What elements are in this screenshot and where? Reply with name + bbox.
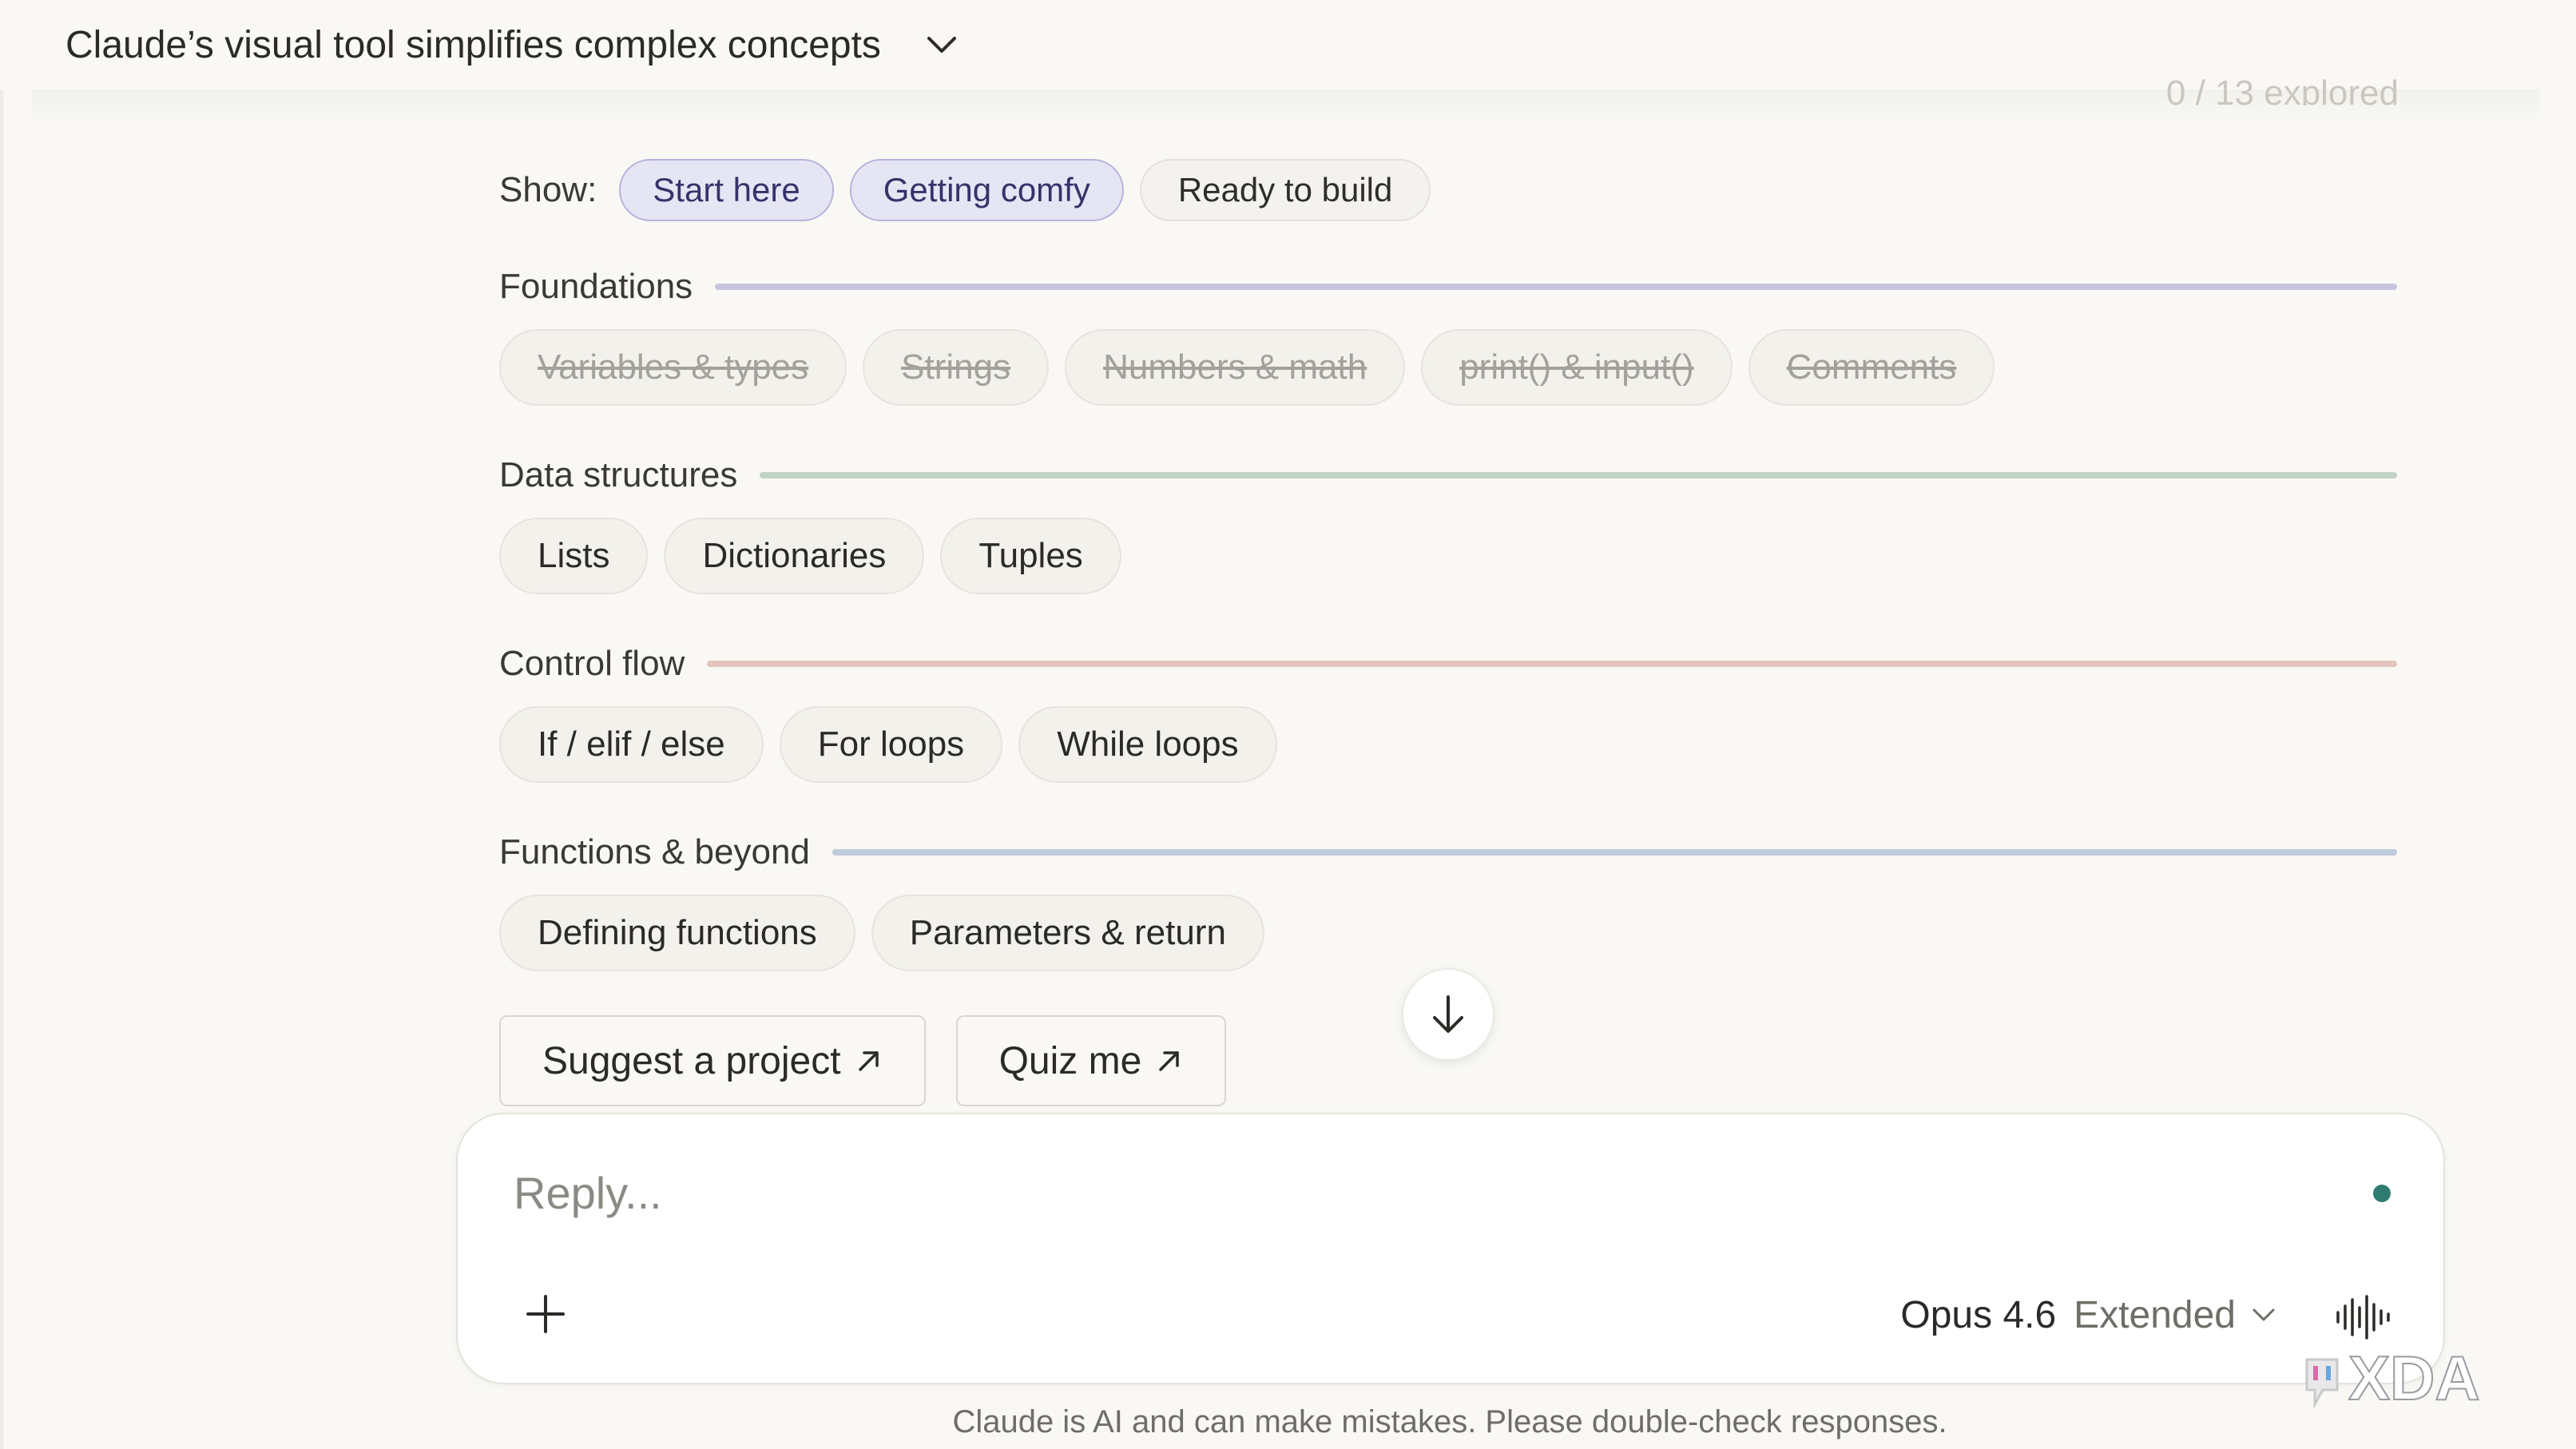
topic-variables-types[interactable]: Variables & types — [499, 329, 847, 406]
window-edge — [0, 0, 3, 1449]
topic-list: If / elif / else For loops While loops — [499, 706, 2397, 783]
topic-comments[interactable]: Comments — [1748, 329, 1995, 406]
section-control-flow: Control flow If / elif / else For loops … — [499, 642, 2397, 783]
status-dot — [2373, 1185, 2391, 1202]
header-shadow — [32, 89, 2540, 121]
filter-chip-start-here[interactable]: Start here — [619, 159, 834, 221]
topic-while-loops[interactable]: While loops — [1018, 706, 1277, 783]
topic-map: Show: Start here Getting comfy Ready to … — [499, 152, 2397, 971]
section-functions-beyond: Functions & beyond Defining functions Pa… — [499, 831, 2397, 971]
topic-lists[interactable]: Lists — [499, 518, 649, 594]
section-header: Data structures — [499, 454, 2397, 497]
topic-strings[interactable]: Strings — [863, 329, 1050, 406]
section-header: Foundations — [499, 265, 2397, 308]
topic-print-input[interactable]: print() & input() — [1421, 329, 1733, 406]
section-title: Functions & beyond — [499, 832, 810, 871]
chevron-down-icon — [927, 37, 956, 53]
voice-waveform-icon — [2336, 1295, 2390, 1340]
section-title: Foundations — [499, 267, 693, 306]
scroll-to-bottom-button[interactable] — [1402, 968, 1494, 1061]
section-title: Data structures — [499, 455, 738, 494]
section-data-structures: Data structures Lists Dictionaries Tuple… — [499, 454, 2397, 594]
suggest-project-label: Suggest a project — [542, 1039, 841, 1082]
arrow-up-right-icon — [1156, 1047, 1183, 1074]
title-menu-button[interactable] — [919, 22, 964, 67]
topic-list: Variables & types Strings Numbers & math… — [499, 329, 2397, 406]
arrow-down-icon — [1433, 995, 1463, 1033]
plus-icon — [526, 1295, 565, 1333]
filter-label: Show: — [499, 170, 597, 209]
topic-list: Lists Dictionaries Tuples — [499, 518, 2397, 594]
topic-list: Defining functions Parameters & return — [499, 895, 2397, 971]
add-attachment-button[interactable] — [514, 1282, 578, 1346]
filter-chip-getting-comfy[interactable]: Getting comfy — [849, 159, 1124, 221]
section-divider — [832, 849, 2397, 856]
conversation-title: Claude’s visual tool simplifies complex … — [65, 23, 881, 66]
filter-chip-ready-to-build[interactable]: Ready to build — [1139, 159, 1431, 221]
model-name: Opus 4.6 — [1900, 1293, 2057, 1336]
voice-mode-button[interactable] — [2332, 1285, 2395, 1349]
suggest-project-button[interactable]: Suggest a project — [499, 1015, 926, 1106]
topic-tuples[interactable]: Tuples — [940, 518, 1121, 594]
watermark-text: XDA — [2348, 1343, 2480, 1413]
topic-for-loops[interactable]: For loops — [779, 706, 1003, 783]
section-divider — [760, 472, 2397, 478]
topic-if-elif-else[interactable]: If / elif / else — [499, 706, 764, 783]
reply-input[interactable] — [514, 1161, 2271, 1225]
topic-parameters-return[interactable]: Parameters & return — [871, 895, 1264, 971]
chevron-down-icon — [2252, 1308, 2276, 1322]
arrow-up-right-icon — [855, 1047, 883, 1074]
reply-composer: Opus 4.6 Extended — [456, 1113, 2445, 1384]
section-header: Control flow — [499, 642, 2397, 685]
section-divider — [715, 284, 2397, 290]
quiz-me-label: Quiz me — [998, 1039, 1142, 1082]
xda-watermark-logo: XDA — [2299, 1342, 2554, 1422]
action-buttons: Suggest a project Quiz me — [499, 1015, 1256, 1106]
explored-counter: 0 / 13 explored — [2165, 73, 2399, 105]
topic-numbers-math[interactable]: Numbers & math — [1065, 329, 1406, 406]
section-divider — [707, 661, 2397, 667]
ai-disclaimer: Claude is AI and can make mistakes. Plea… — [952, 1404, 1947, 1439]
section-header: Functions & beyond — [499, 831, 2397, 874]
model-mode: Extended — [2074, 1293, 2236, 1336]
model-selector[interactable]: Opus 4.6 Extended — [1900, 1287, 2276, 1343]
section-title: Control flow — [499, 644, 685, 683]
level-filter: Show: Start here Getting comfy Ready to … — [499, 152, 2397, 228]
topic-dictionaries[interactable]: Dictionaries — [664, 518, 925, 594]
quiz-me-button[interactable]: Quiz me — [955, 1015, 1227, 1106]
section-foundations: Foundations Variables & types Strings Nu… — [499, 265, 2397, 406]
topic-defining-functions[interactable]: Defining functions — [499, 895, 855, 971]
